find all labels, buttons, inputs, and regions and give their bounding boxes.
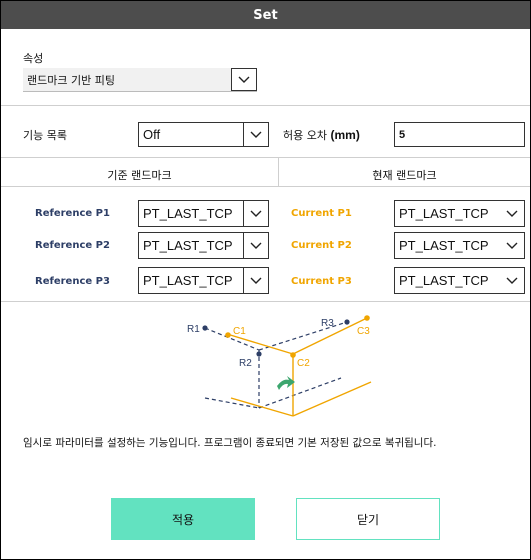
arrow-icon — [277, 376, 295, 390]
chevron-down-icon — [500, 201, 524, 226]
chevron-down-icon — [243, 233, 268, 258]
chevron-down-icon — [243, 201, 268, 226]
c3-label: C3 — [357, 326, 370, 337]
close-button[interactable]: 닫기 — [296, 498, 440, 540]
chevron-down-icon — [500, 268, 524, 293]
tolerance-value: 5 — [399, 128, 406, 141]
reference-p3-value: PT_LAST_TCP — [143, 273, 233, 288]
chevron-down-icon — [243, 268, 268, 293]
r3-label: R3 — [321, 318, 334, 329]
reference-header: 기준 랜드마크 — [107, 169, 172, 182]
feature-list-select[interactable]: Off — [138, 122, 269, 147]
current-p2-value: PT_LAST_TCP — [399, 238, 489, 253]
divider — [1, 301, 530, 302]
divider — [1, 105, 530, 106]
info-note: 임시로 파라미터를 설정하는 기능입니다. 프로그램이 종료되면 기본 저장된 … — [23, 437, 437, 449]
reference-p1-select[interactable]: PT_LAST_TCP — [138, 200, 269, 227]
current-header: 현재 랜드마크 — [372, 169, 437, 182]
c3-point — [364, 315, 370, 321]
feature-list-value: Off — [143, 127, 161, 142]
reference-p2-value: PT_LAST_TCP — [143, 238, 233, 253]
property-select-value: 랜드마크 기반 피팅 — [27, 73, 115, 87]
c2-label: C2 — [297, 358, 310, 369]
current-p3-value: PT_LAST_TCP — [399, 273, 489, 288]
r2-point — [256, 351, 262, 357]
feature-list-label: 기능 목록 — [23, 129, 67, 142]
divider — [1, 157, 530, 158]
c2-point — [290, 352, 296, 358]
r1-point — [202, 325, 208, 331]
c1-label: C1 — [233, 326, 246, 337]
reference-p3-label: Reference P3 — [35, 276, 110, 287]
property-select[interactable]: 랜드마크 기반 피팅 — [23, 68, 257, 92]
dialog-title: Set — [1, 1, 530, 29]
reference-p2-select[interactable]: PT_LAST_TCP — [138, 232, 269, 259]
r1-label: R1 — [187, 324, 200, 335]
set-dialog: Set 속성 랜드마크 기반 피팅 기능 목록 Off 허용 오차 (mm) 5… — [0, 0, 531, 560]
current-p3-select[interactable]: PT_LAST_TCP — [394, 267, 525, 294]
tolerance-label: 허용 오차 (mm) — [283, 128, 360, 142]
current-p1-value: PT_LAST_TCP — [399, 206, 489, 221]
r2-label: R2 — [239, 358, 252, 369]
c1-point — [225, 332, 231, 338]
landmark-diagram: R1 R2 R3 C1 C2 C3 — [187, 315, 372, 417]
reference-p1-label: Reference P1 — [35, 208, 110, 219]
reference-p2-label: Reference P2 — [35, 240, 110, 251]
current-p1-label: Current P1 — [291, 208, 352, 219]
chevron-down-icon — [231, 68, 257, 91]
tolerance-input[interactable]: 5 — [394, 122, 525, 147]
divider — [1, 186, 530, 187]
current-p2-select[interactable]: PT_LAST_TCP — [394, 232, 525, 259]
reference-p3-select[interactable]: PT_LAST_TCP — [138, 267, 269, 294]
current-p1-select[interactable]: PT_LAST_TCP — [394, 200, 525, 227]
r3-point — [344, 319, 350, 325]
current-p3-label: Current P3 — [291, 276, 352, 287]
current-p2-label: Current P2 — [291, 240, 352, 251]
apply-button[interactable]: 적용 — [111, 498, 255, 540]
reference-p1-value: PT_LAST_TCP — [143, 206, 233, 221]
chevron-down-icon — [243, 123, 268, 146]
chevron-down-icon — [500, 233, 524, 258]
property-label: 속성 — [23, 52, 44, 65]
